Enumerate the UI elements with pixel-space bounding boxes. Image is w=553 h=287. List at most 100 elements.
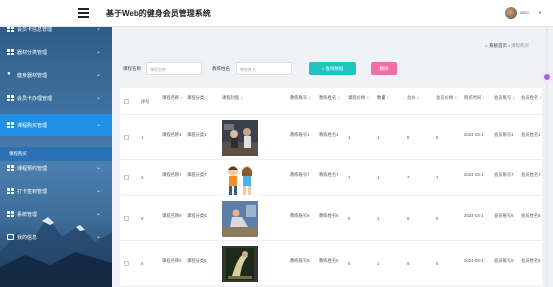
- user-avatar[interactable]: [505, 7, 517, 19]
- column-header[interactable]: 课程封面⇕: [222, 95, 262, 101]
- sidebar-item-label: 会员卡办理管理: [17, 96, 53, 102]
- top-bar: 基于Web的健身会员管理系统 abcc ▼: [0, 0, 553, 27]
- cell-coach_acc: 教练账号5: [290, 258, 310, 263]
- sidebar-item-8[interactable]: 我的信息 ⌄: [0, 226, 112, 248]
- row-checkbox[interactable]: [124, 216, 129, 221]
- sort-icon[interactable]: ⇕: [180, 96, 183, 100]
- system-title: 基于Web的健身会员管理系统: [106, 9, 211, 18]
- bulb-icon: ●: [7, 71, 11, 77]
- cell-price: 7: [348, 175, 351, 180]
- cell-total: 8: [407, 135, 410, 140]
- column-header[interactable]: 课程名称⇕: [162, 95, 184, 101]
- row-checkbox[interactable]: [124, 261, 129, 266]
- cell-coach_name: 教练姓名5: [319, 258, 339, 263]
- column-header[interactable]: 会员账号⇕: [494, 95, 516, 101]
- sort-icon[interactable]: ⇕: [240, 96, 243, 100]
- cell-price: 1: [348, 135, 351, 140]
- breadcrumb: ⌂ 系统首页 › 课程购买: [485, 43, 529, 49]
- cell-total: 5: [407, 261, 410, 266]
- sort-icon[interactable]: ⇕: [539, 96, 542, 100]
- sidebar-item-label: 会员卡信息管理: [17, 27, 53, 33]
- sidebar-item-2[interactable]: ● 健身器材管理 ⌄: [0, 64, 112, 86]
- sort-icon[interactable]: ⇕: [482, 96, 485, 100]
- table-row[interactable]: 4 课程名称5 课程分类5 教练账号5 教练姓名5 5 1 5 5 2024-03-1 会员账号5 会…: [120, 241, 542, 287]
- delete-button[interactable]: 删除: [371, 62, 397, 75]
- sidebar-item-label: 器材分类管理: [17, 50, 48, 56]
- column-header[interactable]: 会员价格⇕: [436, 95, 458, 101]
- coach-name-input[interactable]: 教练姓名: [236, 62, 292, 75]
- table-header: 序号 课程名称⇕ 课程分类⇕ 课程封面⇕ 教练账号⇕ 教练姓名⇕ 课程价格⇕ 数量⇕ 总价⇕ 会员…: [120, 88, 542, 115]
- chevron-down-icon: ⌄: [96, 72, 102, 78]
- chevron-down-icon: ⌄: [96, 95, 102, 101]
- cell-member_acc: 会员账号6: [494, 213, 514, 218]
- calendar-icon: [7, 234, 14, 240]
- cell-member_price: 5: [436, 261, 439, 266]
- sidebar-item-4[interactable]: 课程购买管理 ⌄: [0, 114, 112, 136]
- cell-member_acc: 会员账号1: [494, 132, 514, 137]
- cell-total: 6: [407, 216, 410, 221]
- column-header[interactable]: 数量⇕: [377, 95, 399, 101]
- sidebar-item-label: 我的信息: [17, 235, 38, 241]
- user-name[interactable]: abcc: [520, 10, 530, 15]
- sort-icon[interactable]: ⇕: [454, 96, 457, 100]
- cell-coach_acc: 教练账号6: [290, 213, 310, 218]
- cell-member_price: 6: [436, 216, 439, 221]
- cell-index: 2: [141, 175, 144, 180]
- column-header[interactable]: 会员姓名⇕: [521, 95, 542, 101]
- cell-category: 课程分类5: [187, 258, 207, 263]
- sort-icon[interactable]: ⇕: [387, 96, 390, 100]
- table-row[interactable]: 1 课程名称1 课程分类1 教练账号1 教练姓名1 1 1 8 8 2024-03-1 会员账号1 会…: [120, 115, 542, 160]
- course-cover-image: [222, 201, 258, 237]
- sort-icon[interactable]: ⇕: [308, 96, 311, 100]
- search-button[interactable]: ⌕ 查询数据: [309, 62, 356, 75]
- table-row[interactable]: 2 课程名称7 课程分类7 教练账号7 教练姓名7 7 1 7 7 2024-03-1 会员账号7 会…: [120, 160, 542, 198]
- column-header[interactable]: 教练账号⇕: [290, 95, 312, 101]
- column-header[interactable]: 总价⇕: [407, 95, 429, 101]
- chevron-down-icon: ⌄: [96, 188, 102, 194]
- sidebar-item-7[interactable]: 系统管理 ⌄: [0, 203, 112, 225]
- sidebar-item-3[interactable]: 会员卡办理管理 ⌄: [0, 87, 112, 109]
- cell-index: 4: [141, 261, 144, 266]
- column-header[interactable]: 课程价格⇕: [348, 95, 370, 101]
- chevron-down-icon: ⌄: [96, 234, 102, 240]
- row-checkbox[interactable]: [124, 135, 129, 140]
- table-row[interactable]: 3 课程名称6 课程分类6 教练账号6 教练姓名6 6 1 6 6 2024-03-1 会员账号6 会…: [120, 196, 542, 241]
- course-cover-image: [222, 162, 258, 198]
- course-cover-image: [222, 120, 258, 156]
- sort-icon[interactable]: ⇕: [366, 96, 369, 100]
- breadcrumb-home[interactable]: 系统首页: [489, 43, 507, 48]
- cell-coach_name: 教练姓名6: [319, 213, 339, 218]
- scrollbar-track[interactable]: [546, 26, 548, 287]
- grid-icon: [7, 95, 14, 101]
- sort-icon[interactable]: ⇕: [337, 96, 340, 100]
- sidebar-item-6[interactable]: 打卡签到管理 ⌄: [0, 180, 112, 202]
- course-name-input[interactable]: 课程名称: [146, 62, 202, 75]
- cell-index: 1: [141, 135, 144, 140]
- sort-icon[interactable]: ⇕: [417, 96, 420, 100]
- cell-member_name: 会员姓名7: [521, 172, 541, 177]
- submenu-label: 课程购买: [9, 151, 27, 156]
- breadcrumb-current: 课程购买: [511, 43, 530, 48]
- chevron-down-icon[interactable]: ▼: [538, 10, 542, 15]
- column-header[interactable]: 课程分类⇕: [187, 95, 209, 101]
- select-all-checkbox[interactable]: [124, 99, 129, 104]
- menu-toggle-icon[interactable]: [78, 8, 89, 18]
- column-header[interactable]: 教练姓名⇕: [319, 95, 341, 101]
- cell-index: 3: [141, 216, 144, 221]
- cell-member_price: 7: [436, 175, 439, 180]
- chevron-down-icon: ⌄: [96, 165, 102, 171]
- theme-settings-tab[interactable]: [541, 71, 553, 83]
- cell-price: 6: [348, 216, 351, 221]
- sort-icon[interactable]: ⇕: [205, 96, 208, 100]
- chevron-down-icon: ⌄: [96, 122, 102, 128]
- sidebar-item-1[interactable]: 器材分类管理 ⌄: [0, 41, 112, 63]
- cell-name: 课程名称5: [162, 258, 182, 263]
- row-checkbox[interactable]: [124, 175, 129, 180]
- cell-total: 7: [407, 175, 410, 180]
- grid-icon: [7, 122, 14, 128]
- palette-icon: [544, 74, 550, 80]
- column-header[interactable]: 购买时间⇕: [464, 95, 486, 101]
- submenu-item-course-purchase[interactable]: 课程购买: [0, 147, 112, 161]
- grid-icon: [7, 211, 14, 217]
- sort-icon[interactable]: ⇕: [512, 96, 515, 100]
